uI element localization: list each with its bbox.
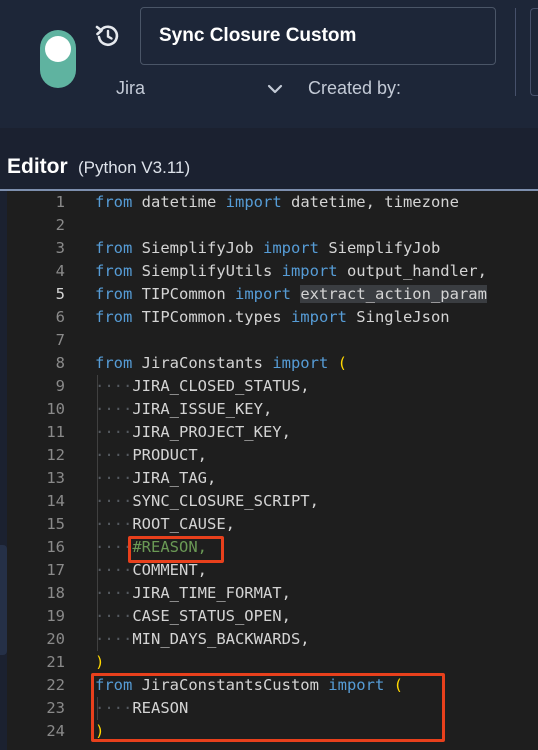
line-number: 5 — [55, 285, 65, 303]
code-text: from JiraConstants import ( — [95, 354, 347, 372]
code-text: ····JIRA_ISSUE_KEY, — [95, 400, 273, 418]
line-number: 11 — [46, 423, 65, 441]
enable-toggle[interactable] — [40, 30, 76, 88]
code-line[interactable]: 20 ····MIN_DAYS_BACKWARDS, — [7, 628, 538, 651]
code-text: from datetime import datetime, timezone — [95, 193, 459, 211]
code-line[interactable]: 3 from SiemplifyJob import SiemplifyJob — [7, 237, 538, 260]
code-text: ) — [95, 653, 105, 671]
history-icon[interactable] — [94, 22, 122, 50]
code-line[interactable]: 8 from JiraConstants import ( — [7, 352, 538, 375]
line-number: 24 — [46, 722, 65, 740]
code-line[interactable]: 16 ····#REASON, — [7, 536, 538, 559]
code-line[interactable]: 9 ····JIRA_CLOSED_STATUS, — [7, 375, 538, 398]
code-text: ····SYNC_CLOSURE_SCRIPT, — [95, 492, 319, 510]
job-header: Jira Created by: — [0, 0, 538, 128]
code-line[interactable]: 15 ····ROOT_CAUSE, — [7, 513, 538, 536]
code-line[interactable]: 17 ····COMMENT, — [7, 559, 538, 582]
code-line[interactable]: 7 — [7, 329, 538, 352]
line-number: 4 — [55, 262, 65, 280]
code-line[interactable]: 14 ····SYNC_CLOSURE_SCRIPT, — [7, 490, 538, 513]
side-panel-handle[interactable] — [0, 545, 7, 655]
job-name-input[interactable] — [140, 7, 496, 65]
code-text: from TIPCommon.types import SingleJson — [95, 308, 450, 326]
line-number: 10 — [46, 400, 65, 418]
line-number: 16 — [46, 538, 65, 556]
line-number: 7 — [55, 331, 65, 349]
toggle-knob — [45, 36, 71, 62]
line-number: 6 — [55, 308, 65, 326]
side-panel-edge — [530, 8, 538, 96]
line-number: 21 — [46, 653, 65, 671]
code-text: ····JIRA_TIME_FORMAT, — [95, 584, 291, 602]
highlight-box-custom-import — [91, 673, 445, 742]
line-number: 17 — [46, 561, 65, 579]
code-text: ····MIN_DAYS_BACKWARDS, — [95, 630, 310, 648]
code-line[interactable]: 6 from TIPCommon.types import SingleJson — [7, 306, 538, 329]
code-line[interactable]: 12 ····PRODUCT, — [7, 444, 538, 467]
line-number: 3 — [55, 239, 65, 257]
line-number: 20 — [46, 630, 65, 648]
line-number: 12 — [46, 446, 65, 464]
code-line[interactable]: 13 ····JIRA_TAG, — [7, 467, 538, 490]
editor-heading: Editor (Python V3.11) — [0, 150, 538, 184]
created-by-label: Created by: — [308, 78, 402, 98]
editor-title: Editor — [7, 155, 68, 178]
code-line[interactable]: 19 ····CASE_STATUS_OPEN, — [7, 605, 538, 628]
line-number: 15 — [46, 515, 65, 533]
code-text: from SiemplifyUtils import output_handle… — [95, 262, 487, 280]
code-text: ····CASE_STATUS_OPEN, — [95, 607, 291, 625]
line-number: 13 — [46, 469, 65, 487]
code-text: ····JIRA_TAG, — [95, 469, 217, 487]
code-line[interactable]: 21) — [7, 651, 538, 674]
line-number: 22 — [46, 676, 65, 694]
integration-dropdown[interactable]: Jira — [116, 76, 288, 104]
code-editor[interactable]: 1 from datetime import datetime, timezone… — [7, 191, 538, 750]
header-divider — [515, 8, 516, 96]
code-text: from TIPCommon import extract_action_par… — [95, 285, 487, 303]
code-line[interactable]: 10 ····JIRA_ISSUE_KEY, — [7, 398, 538, 421]
indent-guide — [97, 375, 98, 651]
line-number: 8 — [55, 354, 65, 372]
code-text: ····JIRA_PROJECT_KEY, — [95, 423, 291, 441]
code-line[interactable]: 18 ····JIRA_TIME_FORMAT, — [7, 582, 538, 605]
editor-language: (Python V3.11) — [78, 158, 191, 177]
integration-value: Jira — [116, 78, 146, 98]
code-line[interactable]: 2 — [7, 214, 538, 237]
chevron-down-icon — [267, 84, 283, 94]
code-line[interactable]: 4 from SiemplifyUtils import output_handl… — [7, 260, 538, 283]
code-text: ····JIRA_CLOSED_STATUS, — [95, 377, 310, 395]
code-line[interactable]: 11 ····JIRA_PROJECT_KEY, — [7, 421, 538, 444]
line-number: 18 — [46, 584, 65, 602]
line-number: 14 — [46, 492, 65, 510]
line-number: 2 — [55, 216, 65, 234]
line-number: 19 — [46, 607, 65, 625]
code-line[interactable]: 5 from TIPCommon import extract_action_pa… — [7, 283, 538, 306]
line-number: 9 — [55, 377, 65, 395]
line-number: 23 — [46, 699, 65, 717]
code-text: ····PRODUCT, — [95, 446, 207, 464]
line-number: 1 — [55, 193, 65, 211]
code-text: ····ROOT_CAUSE, — [95, 515, 235, 533]
code-text: from SiemplifyJob import SiemplifyJob — [95, 239, 441, 257]
highlight-box-commented-reason — [128, 536, 224, 563]
code-line[interactable]: 1 from datetime import datetime, timezone — [7, 191, 538, 214]
